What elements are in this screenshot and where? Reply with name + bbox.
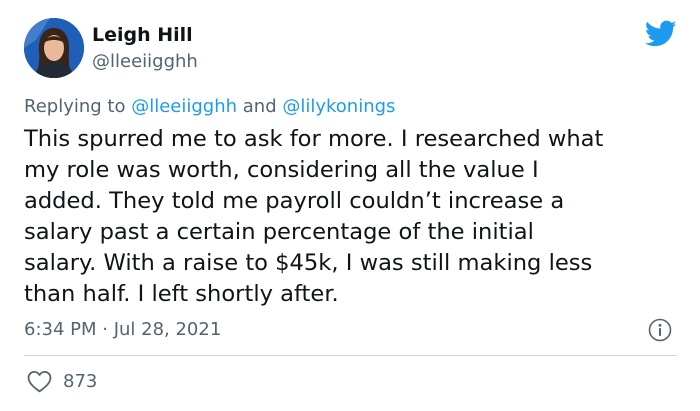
- tweet-text: This spurred me to ask for more. I resea…: [24, 126, 604, 307]
- divider: [24, 355, 677, 356]
- reply-mention-2[interactable]: @lilykonings: [282, 96, 395, 117]
- reply-mention-1[interactable]: @lleeiigghh: [131, 96, 237, 117]
- avatar[interactable]: [24, 18, 84, 78]
- reply-conjunction: and: [237, 96, 283, 117]
- reply-context: Replying to @lleeiigghh and @lilykonings: [24, 96, 395, 118]
- author-display-name[interactable]: Leigh Hill: [92, 24, 193, 46]
- tweet-card: Leigh Hill @lleeiigghh Replying to @llee…: [0, 0, 700, 411]
- author-handle[interactable]: @lleeiigghh: [92, 51, 198, 73]
- twitter-bird-icon[interactable]: [645, 20, 677, 48]
- avatar-image: [24, 18, 84, 78]
- tweet-timestamp[interactable]: 6:34 PM · Jul 28, 2021: [24, 319, 221, 341]
- info-icon[interactable]: [648, 318, 672, 342]
- like-count: 873: [63, 371, 98, 392]
- reply-prefix: Replying to: [24, 96, 132, 117]
- heart-icon[interactable]: [27, 370, 52, 393]
